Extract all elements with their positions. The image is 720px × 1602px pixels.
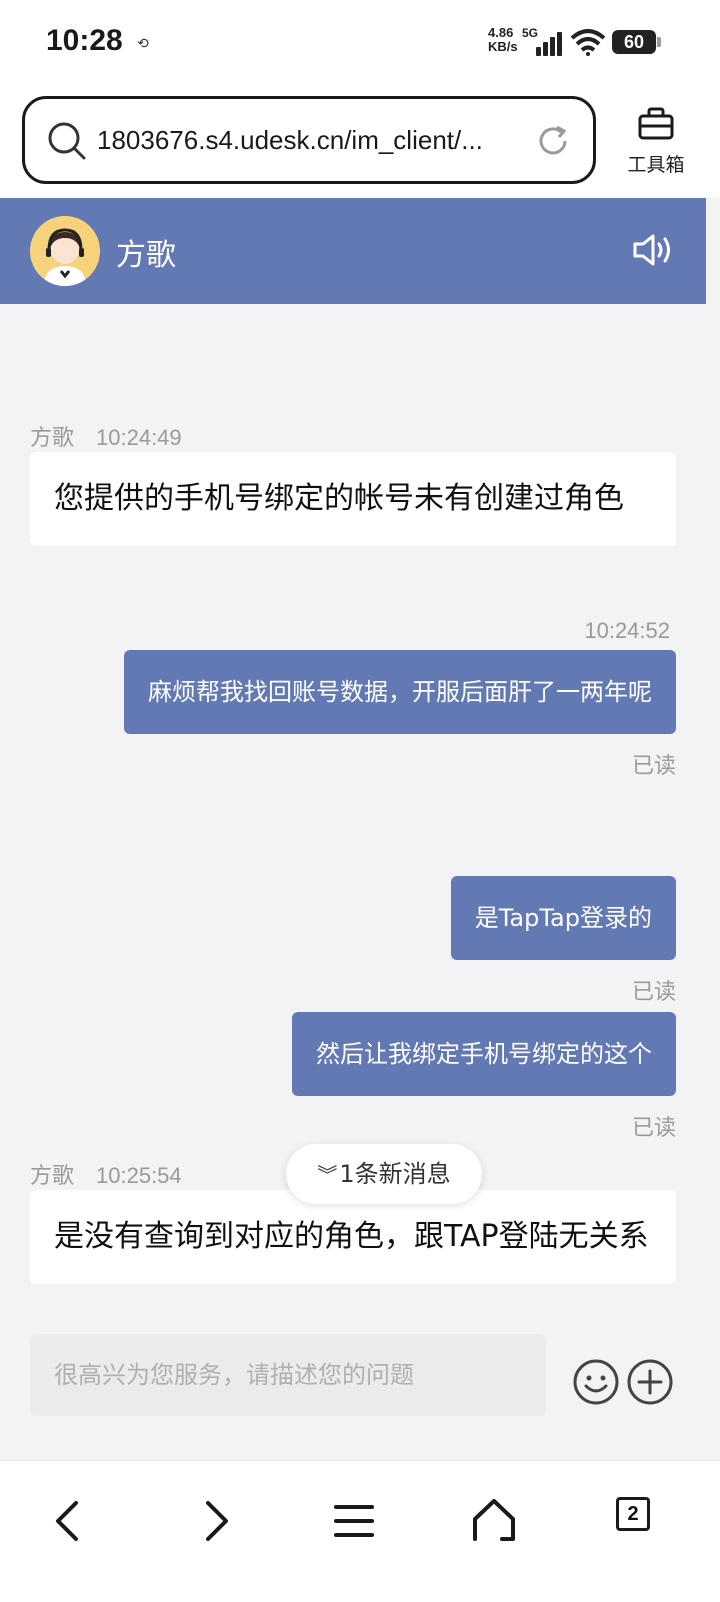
status-bar: 10:28 ⟲ 4.86 KB/s 5G 60 [0,0,720,88]
search-icon [48,122,86,160]
outgoing-message: 是TapTap登录的 [450,876,676,960]
new-message-indicator[interactable]: ︾1条新消息 [286,1144,482,1204]
menu-icon[interactable] [326,1493,382,1549]
message-time: 10:24:52 [584,618,670,643]
message-time: 10:25:54 [96,1163,182,1188]
message-sender: 方歌 [30,1163,75,1188]
agent-name: 方歌 [116,238,176,273]
input-area [0,1318,706,1460]
network-speed: 4.86 KB/s [488,25,518,54]
read-receipt: 已读 [631,1116,676,1141]
signal-icon [534,30,564,56]
status-time: 10:28 [46,24,123,57]
agent-avatar [30,216,100,286]
toolbox-label: 工具箱 [627,154,685,176]
read-receipt: 已读 [631,980,676,1005]
url-text[interactable]: 1803676.s4.udesk.cn/im_client/... [97,125,517,156]
reload-icon[interactable] [535,123,571,159]
message-input[interactable] [30,1334,546,1416]
address-bar[interactable]: 1803676.s4.udesk.cn/im_client/... [22,96,596,184]
emoji-icon[interactable] [572,1358,620,1406]
back-icon[interactable] [42,1493,98,1549]
incoming-message: 您提供的手机号绑定的帐号未有创建过角色 [30,452,676,546]
forward-icon[interactable] [186,1493,242,1549]
tabs-count-button[interactable]: 2 [616,1497,650,1531]
chat-header: 方歌 [0,198,706,304]
outgoing-message: 麻烦帮我找回账号数据，开服后面肝了一两年呢 [124,650,676,734]
wifi-icon [570,29,606,56]
battery-icon: 60 [612,30,661,54]
browser-bar: 1803676.s4.udesk.cn/im_client/... 工具箱 [0,88,720,198]
incoming-message: 是没有查询到对应的角色，跟TAP登陆无关系 [30,1190,676,1284]
message-meta: 方歌 10:24:49 [30,420,182,452]
plus-icon[interactable] [626,1358,674,1406]
sync-icon: ⟲ [137,36,149,52]
outgoing-message: 然后让我绑定手机号绑定的这个 [292,1012,676,1096]
read-receipt: 已读 [631,754,676,779]
new-message-label: 1条新消息 [339,1160,451,1188]
toolbox-button[interactable]: 工具箱 [616,104,696,184]
bottom-nav: 2 [0,1460,720,1602]
message-meta: 方歌 10:25:54 [30,1158,182,1190]
agent-avatar-icon [30,216,100,286]
message-sender: 方歌 [30,425,75,450]
speaker-icon[interactable] [632,232,676,268]
home-icon[interactable] [466,1493,522,1549]
message-time: 10:24:49 [96,425,182,450]
toolbox-icon [638,107,674,140]
chevrons-down-icon: ︾ [317,1163,338,1187]
